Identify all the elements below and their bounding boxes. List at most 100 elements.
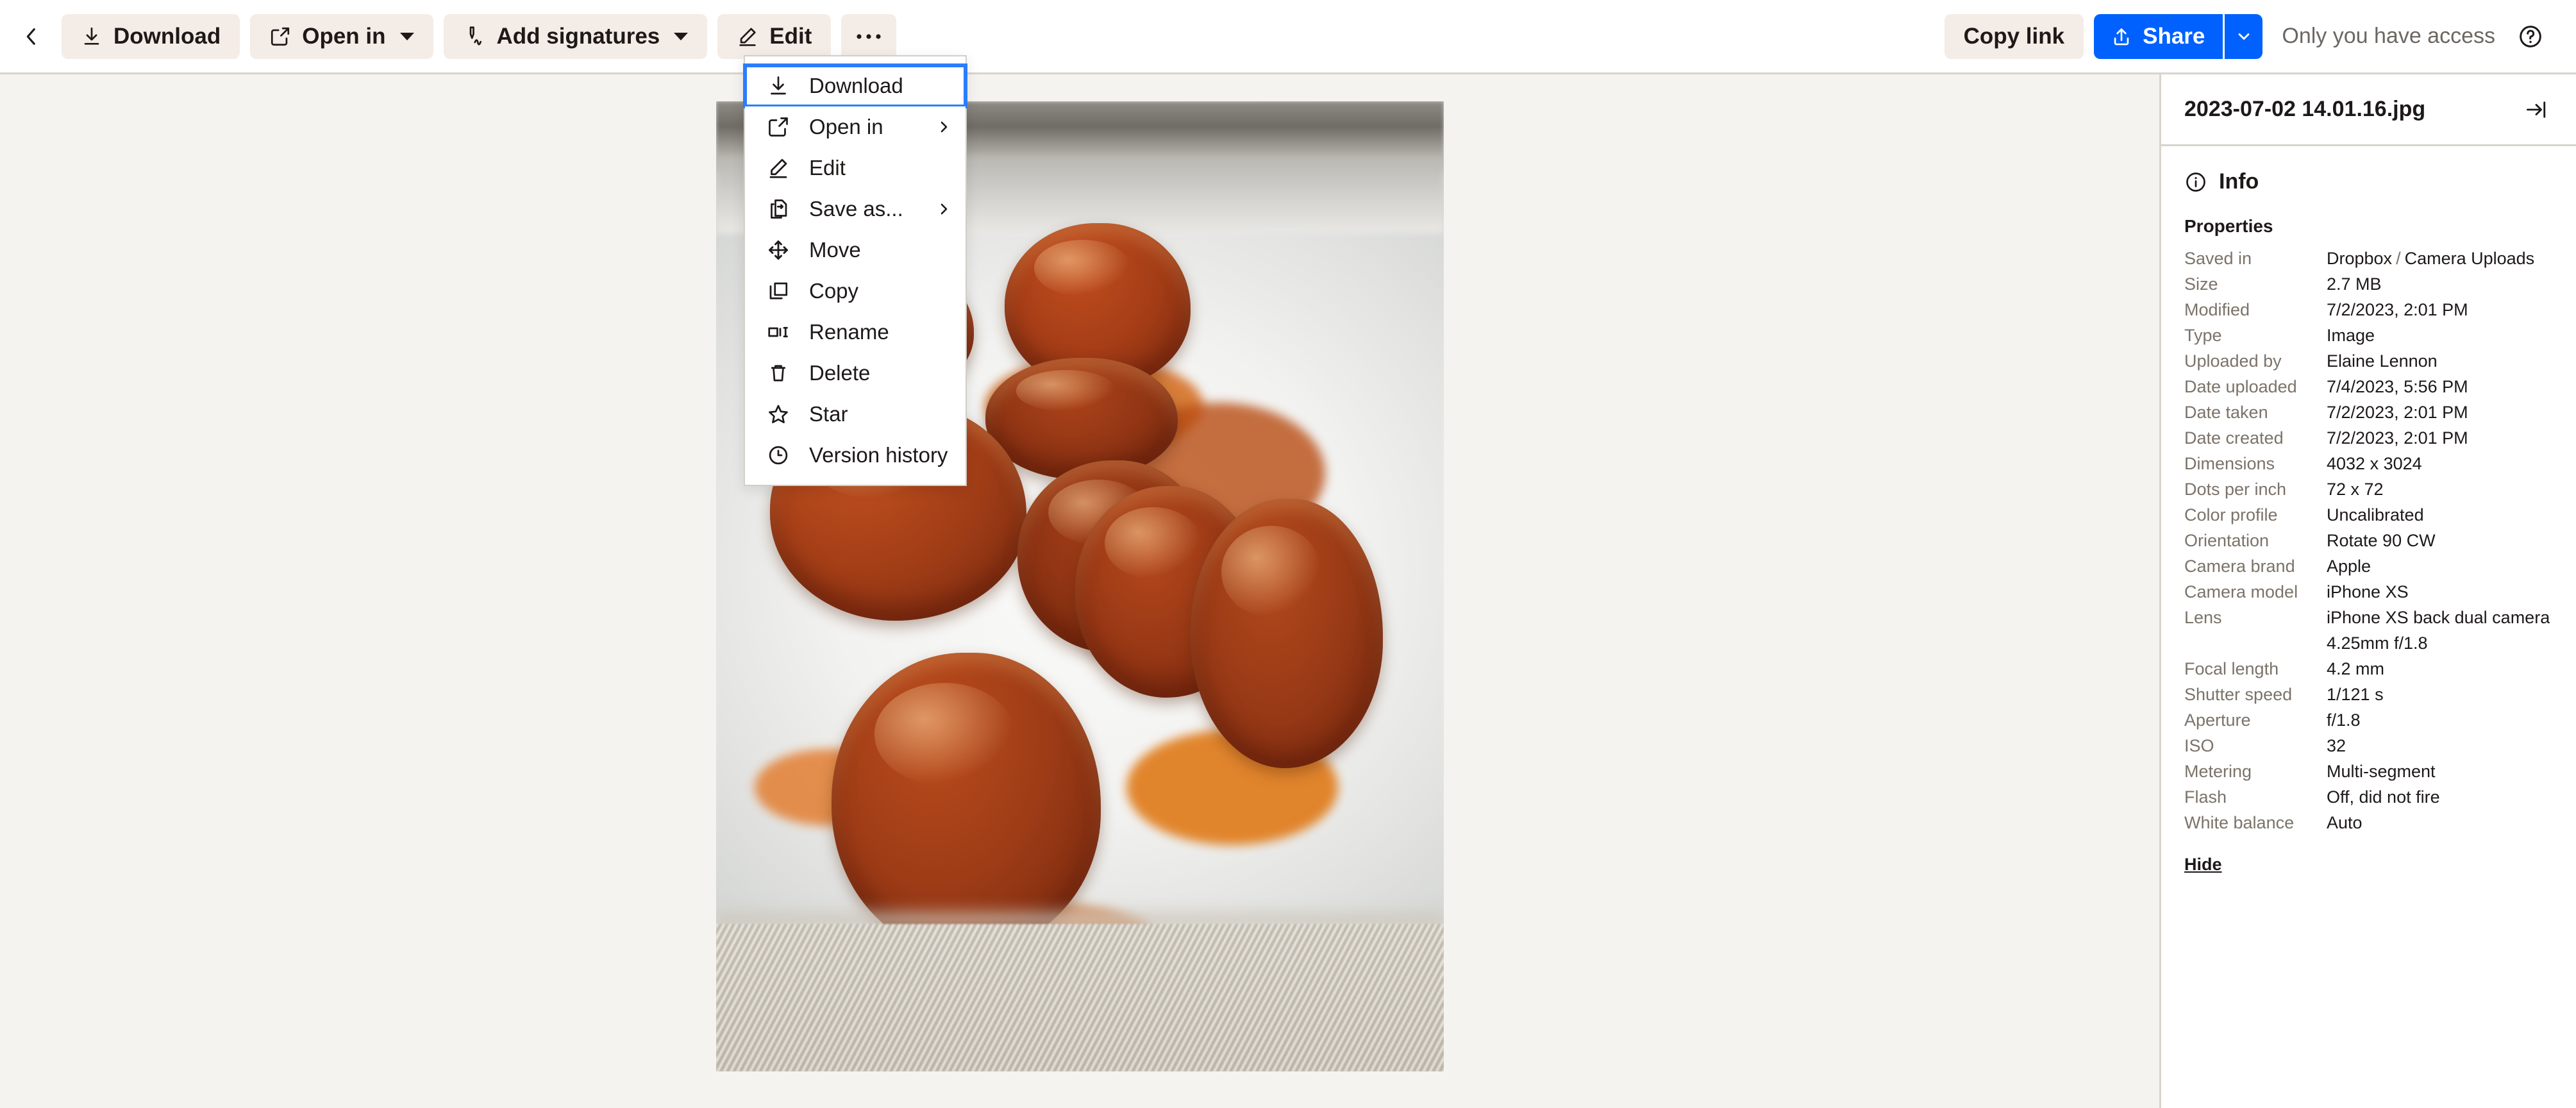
properties-list: Properties Saved in Dropbox / Camera Uploa… bbox=[2161, 194, 2576, 835]
property-row-shutter-speed: Shutter speed 1/121 s bbox=[2184, 682, 2553, 707]
share-upload-icon bbox=[2111, 26, 2132, 47]
menu-item-label: Save as... bbox=[809, 197, 903, 221]
copy-icon bbox=[764, 277, 792, 305]
toolbar-add-signatures-button[interactable]: Add signatures bbox=[443, 13, 708, 59]
external-link-icon bbox=[764, 113, 792, 141]
property-key: Flash bbox=[2184, 787, 2227, 807]
property-key: Date uploaded bbox=[2184, 377, 2297, 396]
property-row-color-profile: Color profile Uncalibrated bbox=[2184, 502, 2553, 528]
property-key: ISO bbox=[2184, 736, 2214, 755]
property-row-focal-length: Focal length 4.2 mm bbox=[2184, 656, 2553, 682]
back-button[interactable] bbox=[12, 17, 51, 56]
property-key: Lens bbox=[2184, 608, 2222, 627]
info-circle-icon bbox=[2184, 171, 2207, 194]
menu-item-download[interactable]: Download bbox=[743, 63, 967, 108]
property-value: Auto bbox=[2327, 813, 2363, 832]
property-key: Metering bbox=[2184, 762, 2252, 781]
menu-item-move[interactable]: Move bbox=[745, 230, 966, 271]
property-row-dots-per-inch: Dots per inch 72 x 72 bbox=[2184, 476, 2553, 502]
pencil-icon bbox=[764, 154, 792, 182]
copy-link-label: Copy link bbox=[1963, 23, 2065, 49]
toolbar-right-group: Copy link Share Only you have access bbox=[1944, 13, 2550, 59]
property-value: iPhone XS back dual camera 4.25mm f/1.8 bbox=[2327, 608, 2550, 653]
property-key: Aperture bbox=[2184, 710, 2251, 730]
chevron-right-icon bbox=[935, 201, 951, 217]
toolbar-open-in-label: Open in bbox=[302, 23, 386, 49]
info-sidebar: 2023-07-02 14.01.16.jpg Info Properties … bbox=[2159, 74, 2576, 1108]
menu-item-delete[interactable]: Delete bbox=[745, 353, 966, 394]
saved-in-folder[interactable]: Camera Uploads bbox=[2405, 249, 2535, 268]
info-section-header: Info bbox=[2161, 146, 2576, 194]
property-value: 32 bbox=[2327, 736, 2346, 755]
menu-item-copy[interactable]: Copy bbox=[745, 271, 966, 312]
toolbar-add-signatures-label: Add signatures bbox=[496, 23, 660, 49]
property-value: iPhone XS bbox=[2327, 582, 2409, 601]
property-row-flash: Flash Off, did not fire bbox=[2184, 784, 2553, 810]
pencil-icon bbox=[737, 26, 758, 47]
property-value: Elaine Lennon bbox=[2327, 351, 2438, 371]
property-value: 2.7 MB bbox=[2327, 274, 2382, 294]
property-row-modified: Modified 7/2/2023, 2:01 PM bbox=[2184, 297, 2553, 323]
toolbar-more-button[interactable] bbox=[841, 13, 897, 59]
property-row-aperture: Aperture f/1.8 bbox=[2184, 707, 2553, 733]
menu-item-label: Open in bbox=[809, 115, 883, 138]
toolbar-open-in-button[interactable]: Open in bbox=[250, 13, 433, 59]
property-row-size: Size 2.7 MB bbox=[2184, 271, 2553, 297]
cloth-shadow bbox=[715, 902, 1444, 927]
copy-link-button[interactable]: Copy link bbox=[1944, 13, 2084, 59]
property-value: Apple bbox=[2327, 557, 2371, 576]
property-value: Dropbox / Camera Uploads bbox=[2327, 246, 2553, 271]
property-key: Dimensions bbox=[2184, 454, 2275, 473]
property-value: Uncalibrated bbox=[2327, 505, 2424, 525]
menu-item-star[interactable]: Star bbox=[745, 394, 966, 435]
info-label: Info bbox=[2219, 169, 2259, 194]
property-key: Date taken bbox=[2184, 403, 2268, 422]
menu-item-open-in[interactable]: Open in bbox=[745, 106, 966, 147]
arrow-right-to-line-icon bbox=[2527, 101, 2546, 118]
top-toolbar: Download Open in Add signatures Edit Cop… bbox=[0, 0, 2576, 74]
ellipsis-glyph bbox=[857, 33, 881, 39]
menu-item-label: Move bbox=[809, 238, 861, 262]
help-button[interactable] bbox=[2511, 17, 2550, 56]
property-key: Saved in bbox=[2184, 249, 2252, 268]
property-key: Focal length bbox=[2184, 659, 2279, 678]
rename-icon bbox=[764, 318, 792, 346]
menu-item-rename[interactable]: Rename bbox=[745, 312, 966, 353]
menu-item-version-history[interactable]: Version history bbox=[745, 435, 966, 476]
menu-item-save-as[interactable]: Save as... bbox=[745, 189, 966, 230]
toolbar-edit-button[interactable]: Edit bbox=[717, 13, 832, 59]
share-button[interactable]: Share bbox=[2094, 13, 2223, 59]
share-dropdown-button[interactable] bbox=[2223, 13, 2263, 59]
menu-item-label: Copy bbox=[809, 279, 859, 303]
toolbar-left-group: Download Open in Add signatures Edit bbox=[12, 13, 897, 59]
toolbar-download-button[interactable]: Download bbox=[62, 13, 240, 59]
property-row-iso: ISO 32 bbox=[2184, 733, 2553, 759]
menu-item-label: Delete bbox=[809, 361, 871, 385]
menu-item-label: Star bbox=[809, 402, 848, 426]
property-value: f/1.8 bbox=[2327, 710, 2361, 730]
property-value: Image bbox=[2327, 326, 2375, 345]
chevron-left-icon bbox=[26, 28, 35, 45]
toolbar-edit-label: Edit bbox=[769, 23, 812, 49]
property-value: Off, did not fire bbox=[2327, 787, 2440, 807]
menu-item-label: Edit bbox=[809, 156, 846, 180]
property-row-saved-in: Saved in Dropbox / Camera Uploads bbox=[2184, 246, 2553, 271]
file-name-title: 2023-07-02 14.01.16.jpg bbox=[2184, 97, 2426, 121]
star-icon bbox=[764, 400, 792, 428]
property-value: 7/2/2023, 2:01 PM bbox=[2327, 428, 2468, 448]
saved-in-root[interactable]: Dropbox bbox=[2327, 249, 2392, 268]
property-row-date-uploaded: Date uploaded 7/4/2023, 5:56 PM bbox=[2184, 374, 2553, 399]
property-key: Size bbox=[2184, 274, 2218, 294]
property-key: Camera brand bbox=[2184, 557, 2295, 576]
chevron-down-icon bbox=[674, 32, 689, 40]
property-row-date-taken: Date taken 7/2/2023, 2:01 PM bbox=[2184, 399, 2553, 425]
trash-icon bbox=[764, 359, 792, 387]
menu-item-edit[interactable]: Edit bbox=[745, 147, 966, 189]
property-value: 72 x 72 bbox=[2327, 480, 2384, 499]
collapse-sidebar-button[interactable] bbox=[2520, 93, 2553, 126]
property-value: 1/121 s bbox=[2327, 685, 2384, 704]
property-row-orientation: Orientation Rotate 90 CW bbox=[2184, 528, 2553, 553]
property-row-metering: Metering Multi-segment bbox=[2184, 759, 2553, 784]
property-row-dimensions: Dimensions 4032 x 3024 bbox=[2184, 451, 2553, 476]
hide-properties-link[interactable]: Hide bbox=[2184, 855, 2222, 875]
